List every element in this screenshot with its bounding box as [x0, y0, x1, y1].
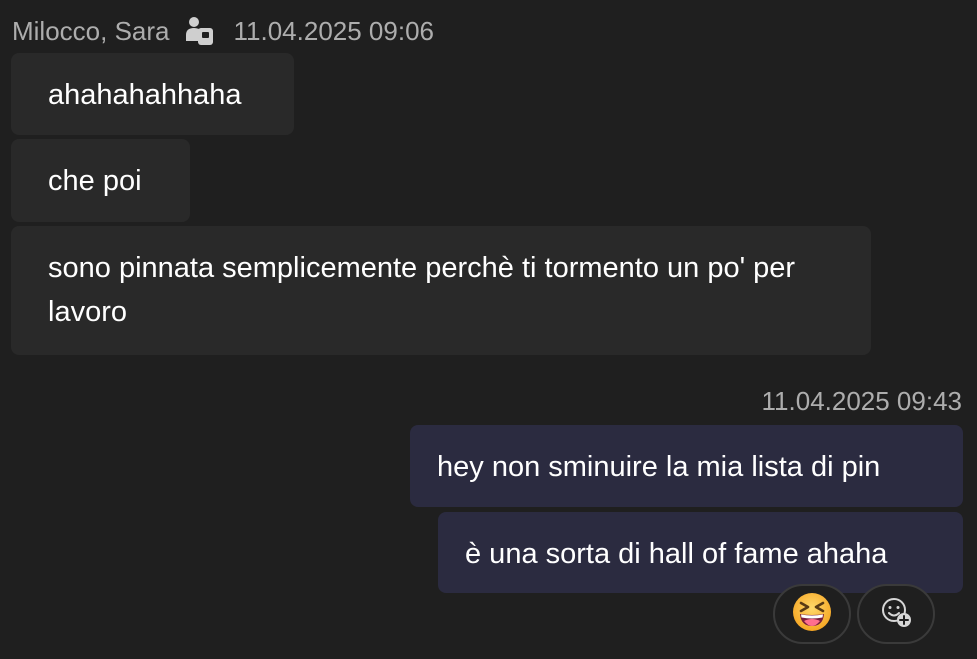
- incoming-message-bubble[interactable]: ahahahahhaha: [11, 53, 294, 135]
- org-external-icon: [184, 15, 216, 47]
- chat-thread: Milocco, Sara 11.04.2025 09:06 ahahahahh…: [0, 0, 977, 659]
- incoming-message-bubble[interactable]: sono pinnata semplicemente perchè ti tor…: [11, 226, 871, 355]
- incoming-message-bubble[interactable]: che poi: [11, 139, 190, 222]
- add-reaction-icon: [879, 595, 913, 634]
- outgoing-message-bubble[interactable]: hey non sminuire la mia lista di pin: [410, 425, 963, 507]
- reaction-pill[interactable]: [773, 584, 851, 644]
- message-text: hey non sminuire la mia lista di pin: [437, 451, 881, 483]
- add-reaction-button[interactable]: [857, 584, 935, 644]
- incoming-message-header: Milocco, Sara 11.04.2025 09:06: [12, 14, 434, 48]
- message-text: è una sorta di hall of fame ahaha: [465, 538, 888, 570]
- outgoing-message-bubble[interactable]: è una sorta di hall of fame ahaha: [438, 512, 963, 593]
- sender-name[interactable]: Milocco, Sara: [12, 16, 170, 47]
- message-text: sono pinnata semplicemente perchè ti tor…: [48, 252, 796, 328]
- message-text: che poi: [48, 165, 142, 197]
- incoming-timestamp: 11.04.2025 09:06: [233, 15, 434, 46]
- message-text: ahahahahhaha: [48, 79, 242, 111]
- outgoing-timestamp: 11.04.2025 09:43: [761, 386, 962, 416]
- laughing-squinting-face-emoji-icon: [791, 591, 833, 638]
